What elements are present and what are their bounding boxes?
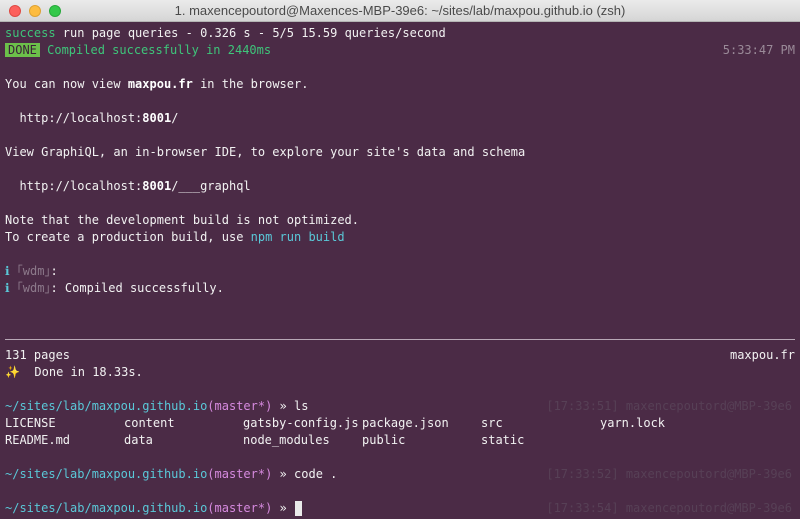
ls-entry-dir: node_modules [243, 433, 330, 447]
done-line: ✨ Done in 18.33s. [5, 364, 143, 381]
ls-entry: package.json [362, 416, 449, 430]
prompt-git-branch: (master*) [207, 501, 273, 515]
view-post: in the browser. [192, 77, 309, 91]
npm-command: npm run build [250, 230, 345, 244]
view-pre: You can now view [5, 77, 128, 91]
prompt-arrow: » [272, 399, 295, 413]
prompt-git-branch: (master*) [207, 399, 273, 413]
prompt-path: ~/sites/lab/maxpou.github.io [5, 467, 208, 481]
faint-right-text: [17:33:51] maxencepoutord@MBP-39e6 [546, 399, 792, 413]
url-suffix: /___graphql [171, 179, 251, 193]
ls-entry: README.md [5, 433, 71, 447]
compiled-text: Compiled successfully in 2440ms [39, 43, 272, 57]
prompt-line: ~/sites/lab/maxpou.github.io(master*) » … [5, 466, 337, 483]
wdm-text: : Compiled successfully. [50, 281, 224, 295]
url-prefix: http://localhost: [5, 179, 143, 193]
prompt-line: ~/sites/lab/maxpou.github.io(master*) » … [5, 398, 308, 415]
prompt-path: ~/sites/lab/maxpou.github.io [5, 399, 208, 413]
wdm-tag: ｢wdm｣ [16, 281, 51, 295]
compiled-line: DONE Compiled successfully in 2440ms [5, 42, 271, 59]
wdm-tag: ｢wdm｣ [16, 264, 51, 278]
window-title: 1. maxencepoutord@Maxences-MBP-39e6: ~/s… [174, 3, 626, 18]
wdm-line-2: ℹ ｢wdm｣: Compiled successfully. [5, 280, 224, 297]
success-line: success run page queries - 0.326 s - 5/5… [5, 25, 446, 42]
url-port: 8001 [142, 111, 172, 125]
wdm-text: : [50, 264, 58, 278]
prompt-line-active[interactable]: ~/sites/lab/maxpou.github.io(master*) » [5, 500, 303, 517]
view-line: You can now view maxpou.fr in the browse… [5, 76, 308, 93]
prompt-git-branch: (master*) [207, 467, 273, 481]
info-icon: ℹ [5, 264, 10, 278]
site-name: maxpou.fr [127, 77, 193, 91]
success-text: run page queries - 0.326 s - 5/5 15.59 q… [55, 26, 446, 40]
terminal-window: 1. maxencepoutord@Maxences-MBP-39e6: ~/s… [0, 0, 800, 519]
note-line: Note that the development build is not o… [5, 213, 360, 227]
prompt-arrow: » [272, 467, 295, 481]
sparkles-icon: ✨ [5, 365, 20, 379]
prompt-command: ls [294, 399, 309, 413]
info-icon: ℹ [5, 281, 10, 295]
ls-entry-dir: public [362, 433, 406, 447]
separator-rule [5, 339, 795, 340]
ls-entry-dir: static [481, 433, 525, 447]
graphiql-line: View GraphiQL, an in-browser IDE, to exp… [5, 145, 526, 159]
done-badge: DONE [5, 43, 40, 57]
ls-entry-dir: data [124, 433, 153, 447]
faint-right-text: [17:33:52] maxencepoutord@MBP-39e6 [546, 467, 792, 481]
title-bar[interactable]: 1. maxencepoutord@Maxences-MBP-39e6: ~/s… [0, 0, 800, 22]
ls-entry-dir: content [124, 416, 175, 430]
ls-entry-dir: src [481, 416, 503, 430]
compiled-timestamp: 5:33:47 PM [722, 43, 795, 57]
faint-right-text: [17:33:54] maxencepoutord@MBP-39e6 [546, 501, 792, 515]
pages-count: 131 pages [5, 348, 71, 362]
ls-entry: yarn.lock [600, 416, 666, 430]
text-cursor [295, 501, 303, 516]
url-suffix: / [171, 111, 179, 125]
prompt-path: ~/sites/lab/maxpou.github.io [5, 501, 208, 515]
ls-entry: gatsby-config.js [243, 416, 359, 430]
pages-site: maxpou.fr [729, 348, 795, 362]
terminal-content[interactable]: success run page queries - 0.326 s - 5/5… [0, 22, 800, 519]
url-port: 8001 [142, 179, 172, 193]
ls-entry: LICENSE [5, 416, 56, 430]
graphql-url-line[interactable]: http://localhost:8001/___graphql [5, 178, 251, 195]
success-label: success [5, 26, 56, 40]
prompt-command: code . [294, 467, 338, 481]
prompt-arrow: » [272, 501, 295, 515]
prod-build-line: To create a production build, use npm ru… [5, 229, 345, 246]
local-url-line[interactable]: http://localhost:8001/ [5, 110, 178, 127]
done-text: Done in 18.33s. [19, 365, 143, 379]
wdm-line-1: ℹ ｢wdm｣: [5, 263, 58, 280]
prod-text: To create a production build, use [5, 230, 251, 244]
url-prefix: http://localhost: [5, 111, 143, 125]
